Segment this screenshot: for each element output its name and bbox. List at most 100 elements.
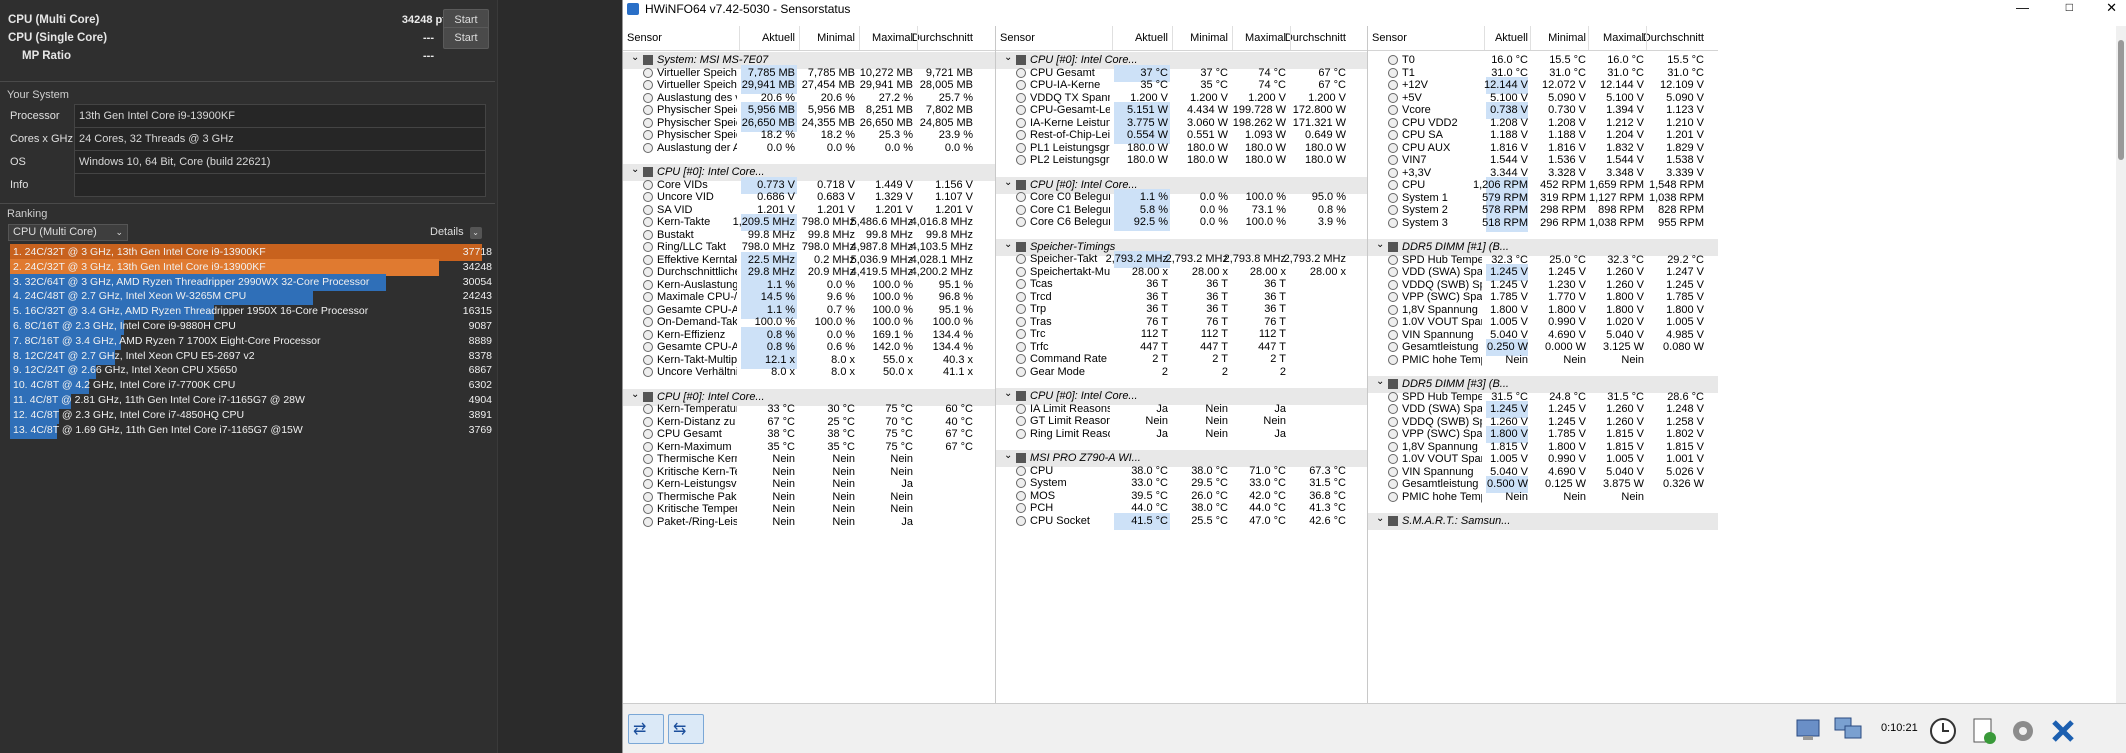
chip-icon xyxy=(1016,241,1026,252)
column-divider[interactable] xyxy=(1290,26,1291,50)
column-divider[interactable] xyxy=(917,26,918,50)
sensor-row[interactable]: Gear Mode 2 2 2 xyxy=(996,364,1367,381)
sensor-icon xyxy=(1016,503,1026,513)
column-header-current[interactable]: Aktuell xyxy=(762,32,795,44)
network-icon[interactable] xyxy=(1793,716,1825,744)
sensor-icon xyxy=(1388,254,1398,265)
sensor-icon xyxy=(1016,465,1026,476)
sensor-icon xyxy=(1388,404,1398,414)
chevron-down-icon[interactable]: ⌄ xyxy=(1004,447,1012,464)
column-divider[interactable] xyxy=(1232,26,1233,50)
sensor-row[interactable]: Ring Limit Reasons Ja Nein Ja xyxy=(996,426,1367,443)
clock-icon[interactable] xyxy=(1928,716,1958,746)
minimize-icon[interactable]: — xyxy=(2016,0,2029,15)
chevron-down-icon[interactable]: ⌄ xyxy=(1376,236,1384,253)
column-divider[interactable] xyxy=(1484,26,1485,50)
value-max: 50.0 x xyxy=(883,366,913,378)
sensor-row[interactable]: System 3 518 RPM 296 RPM 1,038 RPM 955 RPM xyxy=(1368,214,1718,232)
sensor-row[interactable]: PMIC hohe Temperatur Nein Nein Nein xyxy=(1368,489,1718,506)
column-header-current[interactable]: Aktuell xyxy=(1495,32,1528,44)
column-header-avg[interactable]: Durchschnitt xyxy=(1643,32,1704,44)
expand-arrows-button[interactable]: ⇆ xyxy=(668,714,704,744)
sensor-icon xyxy=(643,367,653,377)
close-icon[interactable]: ✕ xyxy=(2106,0,2117,16)
sensor-icon xyxy=(643,67,653,78)
column-header-avg[interactable]: Durchschnitt xyxy=(912,32,973,44)
sensor-row[interactable]: Core C6 Belegung 92.5 % 0.0 % 100.0 % 3.9 % xyxy=(996,214,1367,231)
value-current: Nein xyxy=(1505,353,1528,366)
column-header-current[interactable]: Aktuell xyxy=(1135,32,1168,44)
value-max: 100.0 % xyxy=(1245,216,1286,228)
sensor-icon xyxy=(643,429,653,439)
sensor-icon xyxy=(1388,205,1398,215)
column-header-min[interactable]: Minimal xyxy=(817,32,855,44)
collapse-arrows-button[interactable]: ⇄ xyxy=(628,714,664,744)
column-divider[interactable] xyxy=(739,26,740,50)
column-divider[interactable] xyxy=(1588,26,1589,50)
info-field[interactable] xyxy=(74,173,486,197)
chevron-down-icon[interactable]: ⌄ xyxy=(1376,510,1384,527)
sensor-icon xyxy=(1388,80,1398,90)
details-button[interactable]: Details ⌄ xyxy=(430,224,482,241)
ranking-item[interactable]: 13. 4C/8T @ 1.69 GHz, 11th Gen Intel Cor… xyxy=(10,421,492,439)
column-divider[interactable] xyxy=(1530,26,1531,50)
chevron-down-icon[interactable]: ⌄ xyxy=(631,161,639,178)
divider xyxy=(0,81,495,82)
chevron-down-icon[interactable]: ⌄ xyxy=(1376,373,1384,390)
sensor-icon xyxy=(1016,80,1026,90)
chevron-down-icon[interactable]: ⌄ xyxy=(1004,49,1012,66)
sensor-icon xyxy=(1388,105,1398,115)
scrollbar-thumb[interactable] xyxy=(2118,40,2124,160)
column-header-sensor[interactable]: Sensor xyxy=(1000,32,1035,44)
cinebench-panel: CPU (Multi Core) 34248 pts Start CPU (Si… xyxy=(0,0,620,753)
sensor-icon xyxy=(643,267,653,277)
sensor-row[interactable]: Paket-/Ring-Leistung... Nein Nein Ja xyxy=(623,514,995,531)
ranking-select[interactable]: CPU (Multi Core) ⌄ xyxy=(8,224,128,241)
column-header-avg[interactable]: Durchschnitt xyxy=(1285,32,1346,44)
column-header-min[interactable]: Minimal xyxy=(1190,32,1228,44)
chevron-down-icon[interactable]: ⌄ xyxy=(1004,236,1012,253)
column-divider[interactable] xyxy=(1646,26,1647,50)
sensor-row[interactable]: PMIC hohe Temperatur Nein Nein Nein xyxy=(1368,352,1718,369)
column-divider[interactable] xyxy=(859,26,860,50)
chip-icon xyxy=(643,391,653,402)
sensor-icon xyxy=(1016,403,1026,414)
chip-icon xyxy=(1388,242,1398,252)
chevron-down-icon[interactable]: ⌄ xyxy=(1004,385,1012,402)
sensor-icon xyxy=(1388,429,1398,439)
sensor-row[interactable]: PL2 Leistungsgrenze 180.0 W 180.0 W 180.0 W… xyxy=(996,152,1367,169)
processor-field: 13th Gen Intel Core i9-13900KF xyxy=(74,104,486,128)
column-divider[interactable] xyxy=(1112,26,1113,50)
os-label: OS xyxy=(10,156,26,168)
column-header-sensor[interactable]: Sensor xyxy=(1372,32,1407,44)
sensor-group[interactable]: ⌄ S.M.A.R.T.: Samsun... xyxy=(1368,513,1718,530)
column-header-min[interactable]: Minimal xyxy=(1548,32,1586,44)
mp-ratio-label: MP Ratio xyxy=(22,50,71,62)
exit-icon[interactable] xyxy=(2048,716,2078,746)
sensor-icon xyxy=(1016,416,1026,426)
monitor-icon[interactable] xyxy=(1833,716,1865,744)
sensor-row[interactable]: Auslastung der Ausla... 0.0 % 0.0 % 0.0 % 0.… xyxy=(623,140,995,157)
column-divider[interactable] xyxy=(799,26,800,50)
vertical-scrollbar[interactable] xyxy=(2116,26,2126,703)
chevron-down-icon[interactable]: ⌄ xyxy=(631,49,639,66)
sensor-icon xyxy=(643,229,653,240)
sensor-row[interactable]: CPU Socket 41.5 °C 25.5 °C 47.0 °C 42.6 °C xyxy=(996,512,1367,530)
column-header-max[interactable]: Maximal xyxy=(872,32,913,44)
report-icon[interactable] xyxy=(1968,716,1998,746)
sensor-panel-1: Sensor Aktuell Minimal Maximal Durchschnitt ⌄… xyxy=(623,26,995,703)
chip-icon xyxy=(1388,516,1398,526)
column-header-max[interactable]: Maximal xyxy=(1245,32,1286,44)
gear-icon[interactable] xyxy=(2008,716,2038,746)
column-divider[interactable] xyxy=(1172,26,1173,50)
value-current: Nein xyxy=(1505,490,1528,503)
sensor-row[interactable]: Uncore Verhältnis 8.0 x 8.0 x 50.0 x 41.1 x xyxy=(623,364,995,381)
sensor-icon xyxy=(1016,67,1026,78)
column-header-max[interactable]: Maximal xyxy=(1603,32,1644,44)
chevron-down-icon: ⌄ xyxy=(115,227,123,237)
sensor-panel-2: Sensor Aktuell Minimal Maximal Durchschnitt ⌄… xyxy=(995,26,1367,703)
maximize-icon[interactable]: □ xyxy=(2066,0,2073,14)
chevron-down-icon[interactable]: ⌄ xyxy=(631,386,639,403)
column-header-sensor[interactable]: Sensor xyxy=(627,32,662,44)
chevron-down-icon[interactable]: ⌄ xyxy=(1004,174,1012,191)
